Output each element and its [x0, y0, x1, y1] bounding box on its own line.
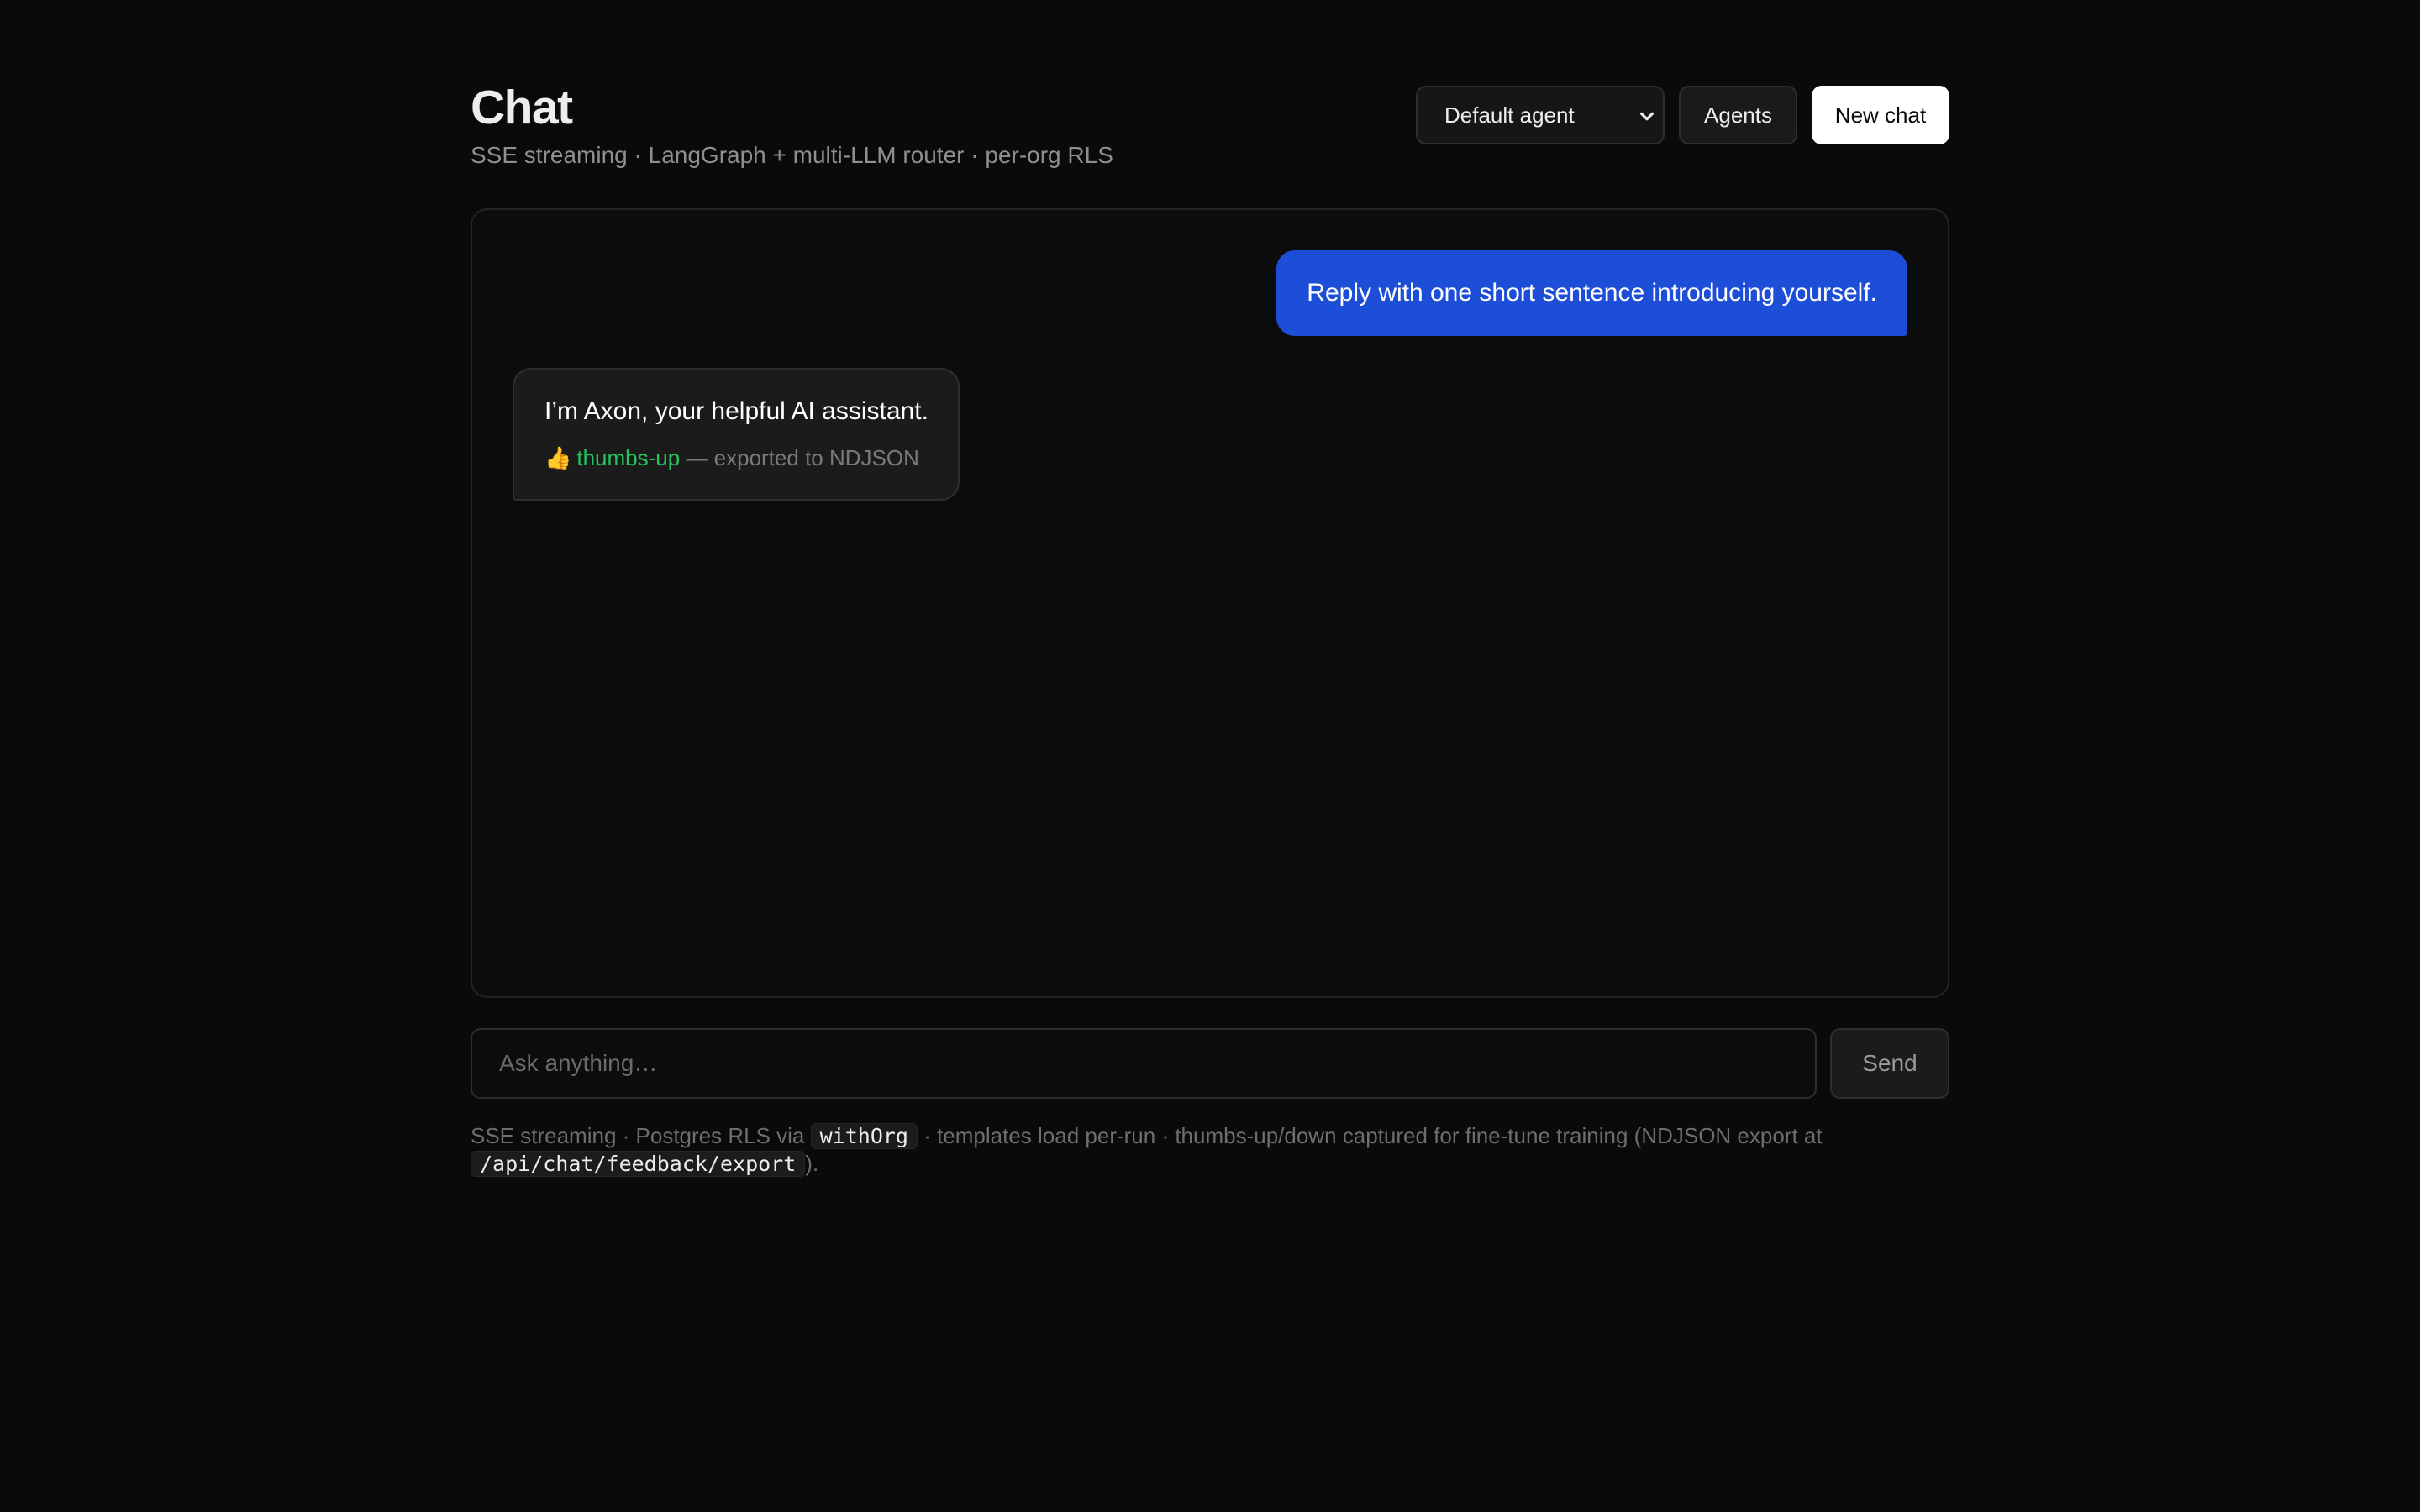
chat-input[interactable]: [471, 1028, 1817, 1099]
footnote-text-1: SSE streaming · Postgres RLS via: [471, 1123, 811, 1148]
message-list[interactable]: Reply with one short sentence introducin…: [471, 208, 1949, 998]
thumbs-up-icon: 👍: [544, 445, 572, 470]
feedback-label: thumbs-up: [576, 445, 681, 470]
code-withorg: withOrg: [810, 1123, 918, 1149]
feedback-status: 👍 thumbs-up — exported to NDJSON: [544, 444, 928, 472]
header-controls: Default agent Agents New chat: [1416, 86, 1949, 144]
new-chat-button[interactable]: New chat: [1812, 86, 1949, 144]
assistant-message: I’m Axon, your helpful AI assistant. 👍 th…: [513, 368, 960, 501]
chat-page: Chat SSE streaming · LangGraph + multi-L…: [471, 0, 1949, 1512]
page-header: Chat SSE streaming · LangGraph + multi-L…: [471, 84, 1949, 176]
agent-select[interactable]: Default agent: [1416, 86, 1665, 144]
chevron-down-icon: [1639, 112, 1655, 121]
assistant-message-text: I’m Axon, your helpful AI assistant.: [544, 397, 929, 425]
send-button[interactable]: Send: [1830, 1028, 1949, 1099]
agents-button[interactable]: Agents: [1679, 86, 1797, 144]
footnote: SSE streaming · Postgres RLS via withOrg…: [471, 1122, 1949, 1178]
user-message: Reply with one short sentence introducin…: [1276, 250, 1907, 336]
page-subtitle: SSE streaming · LangGraph + multi-LLM ro…: [471, 142, 1113, 168]
composer: Send: [471, 1028, 1949, 1099]
code-export-path: /api/chat/feedback/export: [471, 1151, 806, 1177]
page-title: Chat: [471, 81, 573, 134]
footnote-text-3: ).: [805, 1151, 819, 1176]
footnote-text-2: · templates load per-run · thumbs-up/dow…: [917, 1123, 1823, 1148]
feedback-note: — exported to NDJSON: [680, 445, 919, 470]
agent-select-value: Default agent: [1444, 102, 1575, 128]
